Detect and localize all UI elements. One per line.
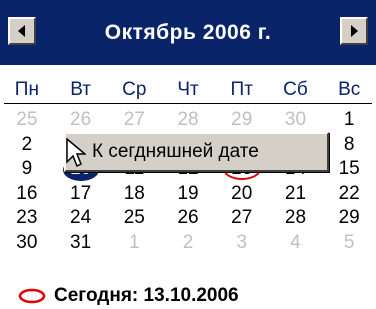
day-number: 24 bbox=[70, 207, 92, 228]
week-row: 23 24 25 26 27 28 29 bbox=[0, 206, 376, 231]
red-circle-icon bbox=[18, 288, 46, 304]
day-cell[interactable]: 29 bbox=[215, 108, 269, 133]
triangle-left-icon bbox=[18, 25, 25, 37]
day-cell[interactable]: 27 bbox=[215, 206, 269, 231]
day-number: 27 bbox=[231, 207, 253, 228]
day-cell[interactable]: 9 bbox=[0, 157, 54, 182]
day-cell[interactable]: 30 bbox=[269, 108, 323, 133]
week-row: 16 17 18 19 20 21 22 bbox=[0, 182, 376, 207]
day-cell[interactable]: 1 bbox=[107, 231, 161, 256]
day-cell[interactable]: 16 bbox=[0, 182, 54, 207]
day-number: 4 bbox=[290, 231, 301, 253]
weekday-label: Пт bbox=[230, 79, 253, 100]
day-cell[interactable]: 2 bbox=[0, 133, 54, 158]
day-number: 17 bbox=[70, 182, 92, 204]
day-cell[interactable]: 8 bbox=[322, 133, 376, 158]
day-number: 15 bbox=[338, 158, 360, 179]
next-month-button[interactable] bbox=[340, 17, 368, 45]
day-cell[interactable]: 27 bbox=[107, 108, 161, 133]
day-cell[interactable]: 28 bbox=[269, 206, 323, 231]
day-cell[interactable]: 22 bbox=[322, 182, 376, 207]
day-cell[interactable]: 24 bbox=[54, 206, 108, 231]
day-number: 25 bbox=[16, 109, 38, 130]
day-cell[interactable]: 15 bbox=[322, 157, 376, 182]
day-cell[interactable]: 30 bbox=[0, 231, 54, 256]
day-number: 30 bbox=[284, 109, 307, 130]
day-cell[interactable]: 18 bbox=[107, 182, 161, 207]
day-cell[interactable]: 31 bbox=[54, 231, 108, 256]
day-number: 29 bbox=[338, 207, 360, 228]
day-number: 31 bbox=[70, 231, 92, 253]
day-number: 20 bbox=[231, 182, 253, 204]
go-to-today-menu-item[interactable]: К сегдняшней дате bbox=[92, 141, 259, 163]
day-number: 2 bbox=[21, 133, 33, 155]
week-row: 25 26 27 28 29 30 1 bbox=[0, 108, 376, 133]
day-cell[interactable]: 5 bbox=[322, 231, 376, 256]
calendar-header: Октябрь 2006 г. bbox=[0, 0, 376, 65]
weekday-header-row: Пн Вт Ср Чт Пт Сб Вс bbox=[0, 78, 376, 102]
day-cell[interactable]: 26 bbox=[54, 108, 108, 133]
day-number: 2 bbox=[182, 231, 194, 253]
month-title[interactable]: Октябрь 2006 г. bbox=[105, 21, 271, 45]
day-cell[interactable]: 23 bbox=[0, 206, 54, 231]
day-cell[interactable]: 21 bbox=[269, 182, 323, 207]
day-number: 9 bbox=[21, 158, 33, 179]
day-grid: 2526272829301234567891011121314151617181… bbox=[0, 108, 376, 255]
weekday-label: Вс bbox=[338, 79, 361, 100]
day-number: 16 bbox=[16, 182, 38, 204]
day-number: 8 bbox=[343, 133, 355, 155]
day-cell[interactable]: 20 bbox=[215, 182, 269, 207]
day-number: 1 bbox=[343, 109, 355, 130]
day-number: 29 bbox=[231, 109, 253, 130]
weekday-label: Сб bbox=[283, 79, 308, 100]
day-cell[interactable]: 1 bbox=[322, 108, 376, 133]
day-number: 28 bbox=[284, 207, 307, 228]
day-number: 26 bbox=[177, 207, 199, 228]
day-number: 19 bbox=[177, 182, 199, 204]
day-cell[interactable]: 25 bbox=[0, 108, 54, 133]
today-label: Сегодня: 13.10.2006 bbox=[54, 285, 239, 306]
day-cell[interactable]: 29 bbox=[322, 206, 376, 231]
weekday-label: Ср bbox=[122, 79, 147, 100]
day-cell[interactable]: 3 bbox=[215, 231, 269, 256]
week-row: 30 31 1 2 3 4 5 bbox=[0, 231, 376, 256]
day-number: 18 bbox=[123, 182, 145, 204]
mouse-pointer-icon bbox=[66, 138, 86, 168]
day-cell[interactable]: 25 bbox=[107, 206, 161, 231]
weekday-divider bbox=[4, 103, 372, 104]
day-number: 1 bbox=[129, 231, 140, 253]
month-calendar: Октябрь 2006 г. Пн Вт Ср Чт Пт Сб Вс 25 2… bbox=[0, 0, 376, 309]
day-cell[interactable]: 28 bbox=[161, 108, 215, 133]
day-number: 22 bbox=[338, 182, 360, 204]
context-menu: К сегдняшней дате bbox=[64, 132, 329, 172]
day-cell[interactable]: 17 bbox=[54, 182, 108, 207]
day-number: 30 bbox=[16, 231, 38, 253]
weekday-label: Пн bbox=[14, 79, 39, 100]
day-number: 25 bbox=[123, 207, 145, 228]
day-number: 27 bbox=[123, 109, 145, 130]
weekday-label: Чт bbox=[177, 79, 199, 100]
day-number: 3 bbox=[236, 231, 248, 253]
day-cell[interactable]: 2 bbox=[161, 231, 215, 256]
day-cell[interactable]: 4 bbox=[269, 231, 323, 256]
day-number: 28 bbox=[177, 109, 199, 130]
today-bar[interactable]: Сегодня: 13.10.2006 bbox=[0, 284, 376, 308]
previous-month-button[interactable] bbox=[8, 17, 36, 45]
triangle-right-icon bbox=[351, 25, 358, 37]
weekday-label: Вт bbox=[70, 79, 91, 100]
day-number: 5 bbox=[343, 231, 355, 253]
day-cell[interactable]: 26 bbox=[161, 206, 215, 231]
day-number: 21 bbox=[284, 182, 307, 204]
day-number: 23 bbox=[16, 207, 38, 228]
day-cell[interactable]: 19 bbox=[161, 182, 215, 207]
day-number: 26 bbox=[70, 109, 92, 130]
